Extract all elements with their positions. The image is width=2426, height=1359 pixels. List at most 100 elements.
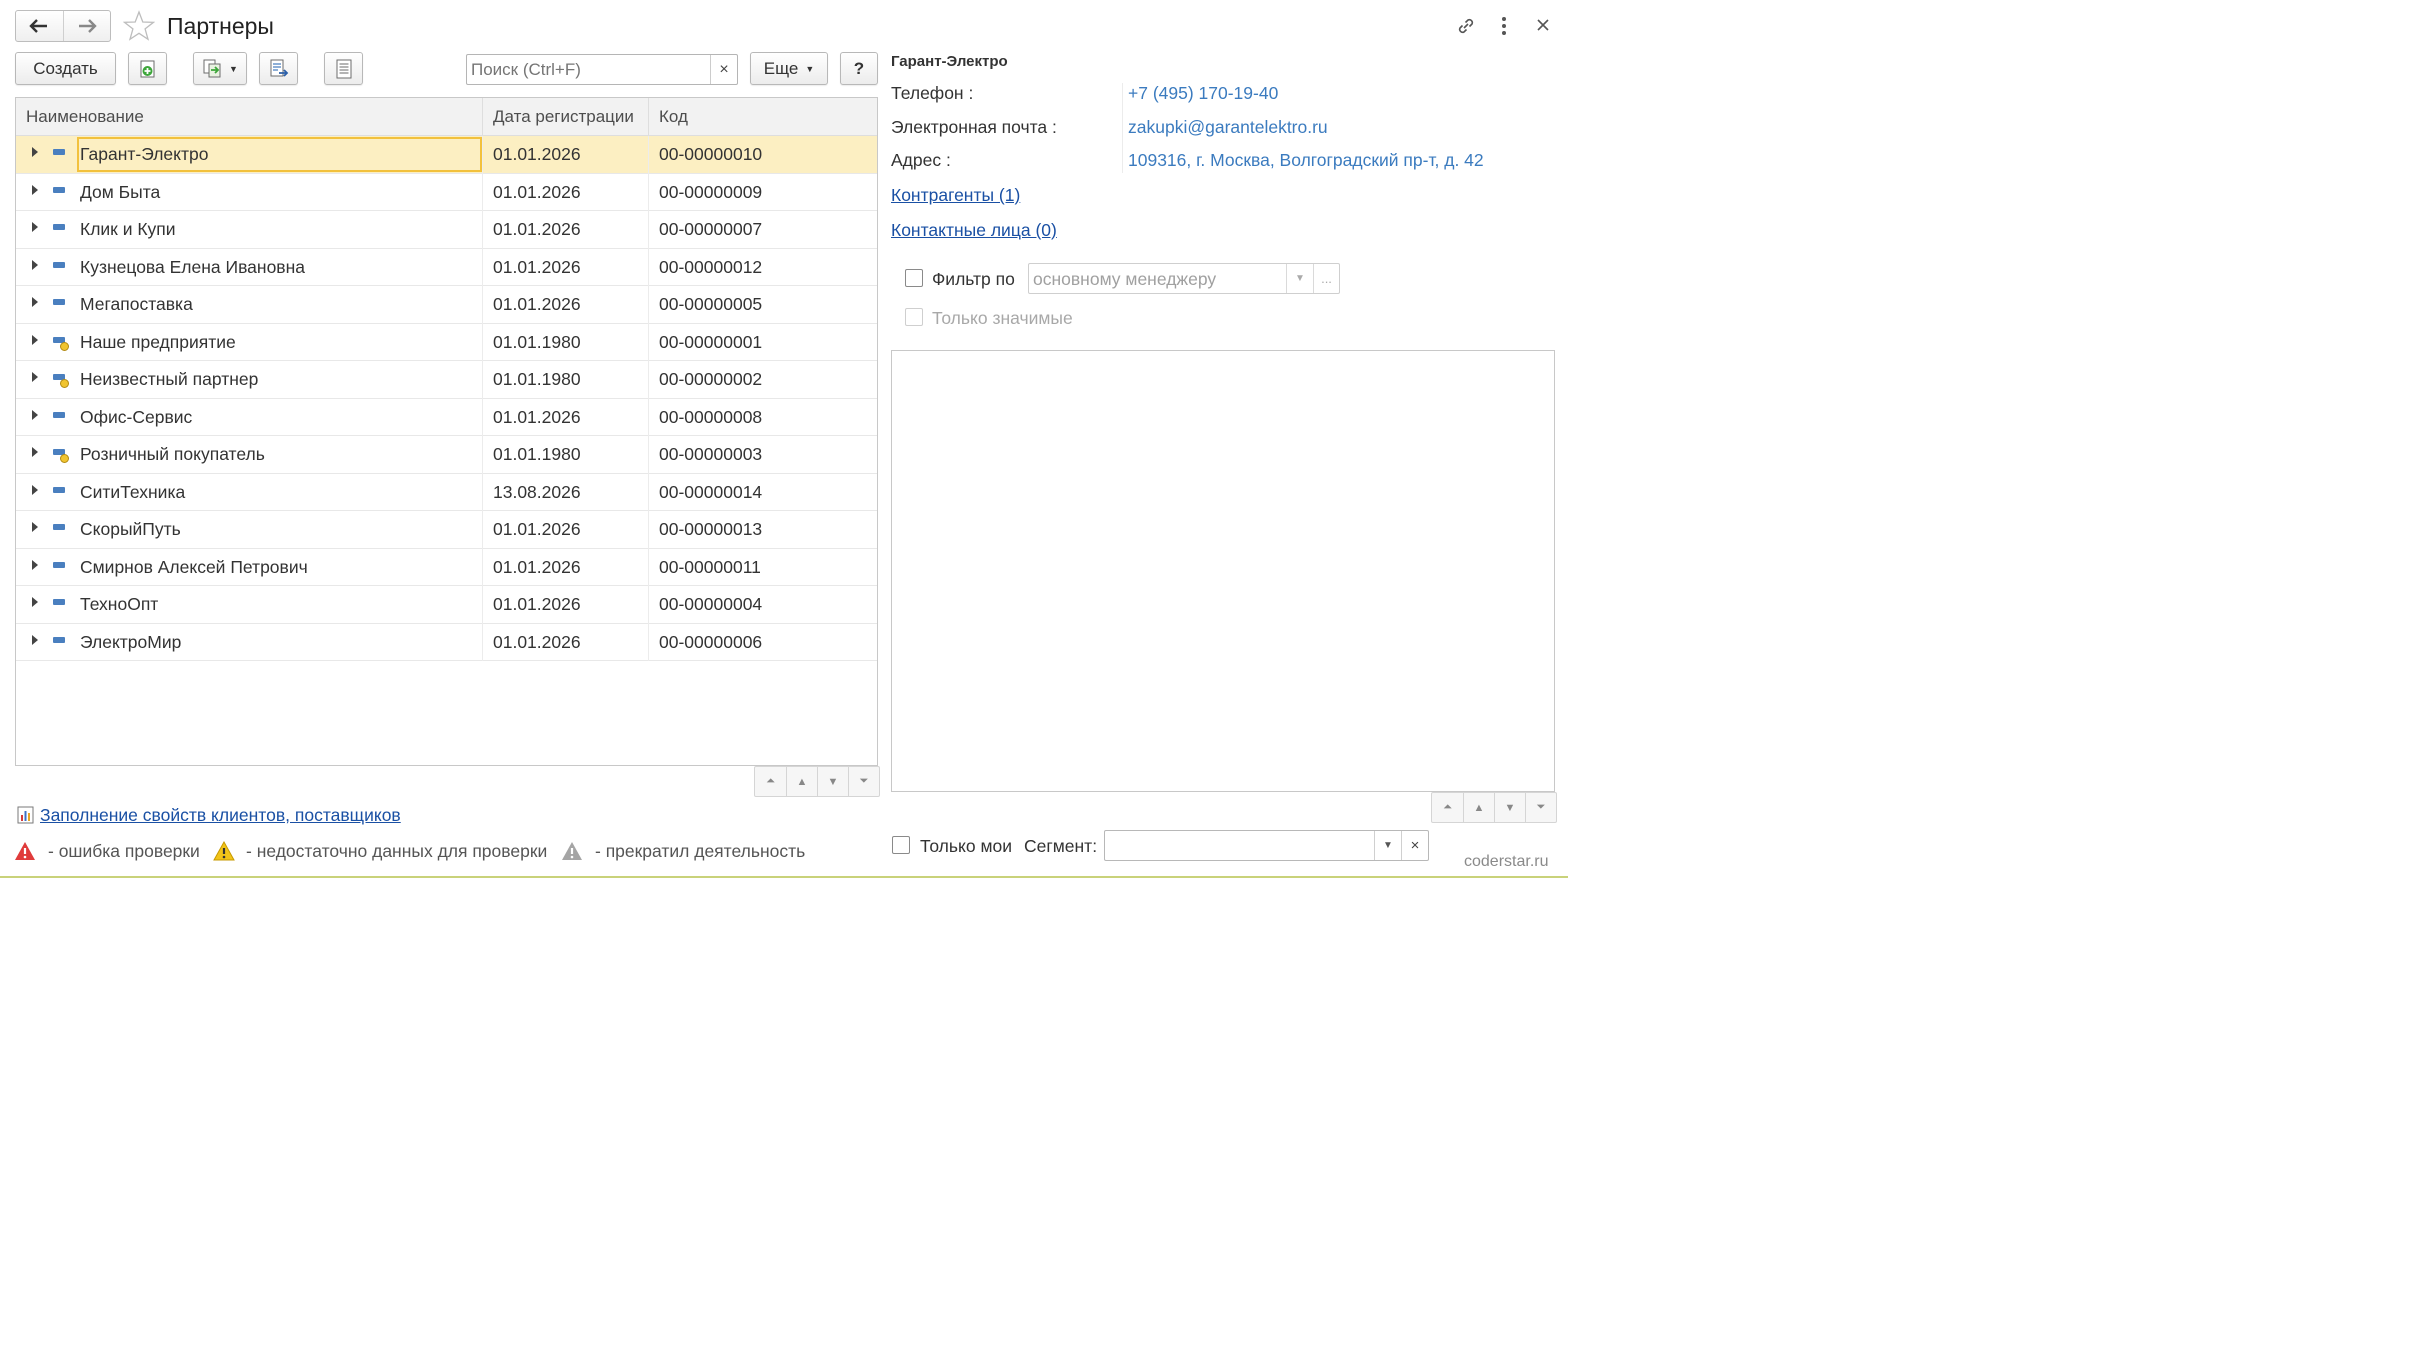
- code-cell[interactable]: 00-00000004: [659, 594, 762, 615]
- scroll-down-icon[interactable]: ▼: [1494, 793, 1525, 822]
- partners-table[interactable]: Наименование Дата регистрации Код Гарант…: [15, 97, 878, 766]
- create-button[interactable]: Создать: [15, 52, 116, 85]
- favorite-star-icon[interactable]: [123, 10, 155, 42]
- scroll-down-icon[interactable]: ▼: [817, 767, 848, 796]
- link-icon[interactable]: [1455, 15, 1477, 37]
- scroll-up-icon[interactable]: ▲: [1463, 793, 1494, 822]
- registration-date-cell[interactable]: 13.08.2026: [493, 482, 581, 503]
- partner-name-cell[interactable]: ЭлектроМир: [80, 632, 181, 653]
- code-cell[interactable]: 00-00000013: [659, 519, 762, 540]
- code-cell[interactable]: 00-00000005: [659, 294, 762, 315]
- partner-name-cell[interactable]: Неизвестный партнер: [80, 369, 258, 390]
- table-row[interactable]: СитиТехника 13.08.2026 00-00000014: [16, 474, 877, 511]
- partner-name-cell[interactable]: Дом Быта: [80, 182, 160, 203]
- table-row[interactable]: Кузнецова Елена Ивановна 01.01.2026 00-000…: [16, 249, 877, 286]
- table-row[interactable]: СкорыйПуть 01.01.2026 00-00000013: [16, 511, 877, 549]
- contact-persons-link[interactable]: Контактные лица (0): [891, 220, 1057, 241]
- partner-name-cell[interactable]: Клик и Купи: [80, 219, 176, 240]
- registration-date-cell[interactable]: 01.01.2026: [493, 407, 581, 428]
- partner-name-cell[interactable]: Розничный покупатель: [80, 444, 265, 465]
- segment-select[interactable]: ▼ ×: [1104, 830, 1429, 861]
- code-cell[interactable]: 00-00000012: [659, 257, 762, 278]
- filter-manager-select[interactable]: основному менеджеру ▼ ...: [1028, 263, 1340, 294]
- search-clear-button[interactable]: ×: [710, 55, 737, 84]
- code-cell[interactable]: 00-00000003: [659, 444, 762, 465]
- expand-arrow-icon[interactable]: [32, 597, 38, 607]
- registration-date-cell[interactable]: 01.01.1980: [493, 369, 581, 390]
- table-row[interactable]: Неизвестный партнер 01.01.1980 00-00000002: [16, 361, 877, 399]
- registration-date-cell[interactable]: 01.01.2026: [493, 519, 581, 540]
- table-row[interactable]: Офис-Сервис 01.01.2026 00-00000008: [16, 399, 877, 436]
- code-cell[interactable]: 00-00000009: [659, 182, 762, 203]
- partner-name-cell[interactable]: Офис-Сервис: [80, 407, 192, 428]
- table-row[interactable]: Наше предприятие 01.01.1980 00-00000001: [16, 324, 877, 361]
- table-row[interactable]: ТехноОпт 01.01.2026 00-00000004: [16, 586, 877, 624]
- table-row[interactable]: Мегапоставка 01.01.2026 00-00000005: [16, 286, 877, 324]
- more-button[interactable]: Еще ▼: [750, 52, 828, 85]
- table-row[interactable]: Розничный покупатель 01.01.1980 00-0000000…: [16, 436, 877, 474]
- scroll-up-icon[interactable]: ▲: [786, 767, 817, 796]
- expand-arrow-icon[interactable]: [32, 259, 38, 270]
- more-vertical-icon[interactable]: [1500, 16, 1508, 36]
- expand-arrow-icon[interactable]: [32, 522, 38, 532]
- phone-value[interactable]: +7 (495) 170-19-40: [1128, 83, 1278, 104]
- registration-date-cell[interactable]: 01.01.2026: [493, 294, 581, 315]
- expand-arrow-icon[interactable]: [32, 559, 38, 570]
- report-button[interactable]: [259, 52, 298, 85]
- search-field[interactable]: ×: [466, 54, 738, 85]
- expand-arrow-icon[interactable]: [32, 634, 38, 645]
- registration-date-cell[interactable]: 01.01.1980: [493, 444, 581, 465]
- segment-clear-button[interactable]: ×: [1401, 831, 1428, 860]
- partner-name-cell[interactable]: Кузнецова Елена Ивановна: [80, 257, 305, 278]
- list-settings-button[interactable]: [324, 52, 363, 85]
- partner-name-cell[interactable]: Смирнов Алексей Петрович: [80, 557, 308, 578]
- address-value[interactable]: 109316, г. Москва, Волгоградский пр-т, д…: [1128, 150, 1484, 171]
- email-value[interactable]: zakupki@garantelektro.ru: [1128, 117, 1328, 138]
- expand-arrow-icon[interactable]: [32, 447, 38, 457]
- registration-date-cell[interactable]: 01.01.2026: [493, 632, 581, 653]
- close-icon[interactable]: [1537, 19, 1549, 31]
- chevron-down-icon[interactable]: ▼: [1374, 831, 1401, 860]
- scroll-bottom-icon[interactable]: ⏷: [848, 767, 879, 796]
- chevron-down-icon[interactable]: ▼: [1286, 264, 1313, 293]
- table-row[interactable]: Гарант-Электро 01.01.2026 00-00000010: [16, 136, 877, 174]
- copy-button[interactable]: [128, 52, 167, 85]
- registration-date-cell[interactable]: 01.01.2026: [493, 182, 581, 203]
- expand-arrow-icon[interactable]: [32, 334, 38, 345]
- code-cell[interactable]: 00-00000008: [659, 407, 762, 428]
- partner-name-cell[interactable]: СитиТехника: [80, 482, 185, 503]
- expand-arrow-icon[interactable]: [32, 484, 38, 495]
- back-button[interactable]: [16, 11, 63, 41]
- code-cell[interactable]: 00-00000006: [659, 632, 762, 653]
- forward-button[interactable]: [62, 11, 111, 41]
- column-header-name[interactable]: Наименование: [26, 107, 144, 127]
- filter-select-dots-button[interactable]: ...: [1313, 264, 1339, 293]
- code-cell[interactable]: 00-00000014: [659, 482, 762, 503]
- registration-date-cell[interactable]: 01.01.2026: [493, 557, 581, 578]
- partner-name-cell[interactable]: СкорыйПуть: [80, 519, 181, 540]
- expand-arrow-icon[interactable]: [32, 297, 38, 307]
- help-button[interactable]: ?: [840, 52, 878, 85]
- expand-arrow-icon[interactable]: [32, 184, 38, 195]
- code-cell[interactable]: 00-00000007: [659, 219, 762, 240]
- code-cell[interactable]: 00-00000001: [659, 332, 762, 353]
- table-row[interactable]: Смирнов Алексей Петрович 01.01.2026 00-000…: [16, 549, 877, 586]
- fill-properties-report-link[interactable]: Заполнение свойств клиентов, поставщиков: [40, 805, 401, 826]
- create-based-on-button[interactable]: ▼: [193, 52, 247, 85]
- expand-arrow-icon[interactable]: [32, 222, 38, 232]
- counterparties-link[interactable]: Контрагенты (1): [891, 185, 1020, 206]
- partner-name-cell[interactable]: Гарант-Электро: [80, 144, 208, 165]
- expand-arrow-icon[interactable]: [32, 372, 38, 382]
- code-cell[interactable]: 00-00000010: [659, 144, 762, 165]
- table-row[interactable]: Клик и Купи 01.01.2026 00-00000007: [16, 211, 877, 249]
- partner-name-cell[interactable]: Мегапоставка: [80, 294, 193, 315]
- registration-date-cell[interactable]: 01.01.2026: [493, 144, 581, 165]
- table-row[interactable]: Дом Быта 01.01.2026 00-00000009: [16, 174, 877, 211]
- partner-name-cell[interactable]: ТехноОпт: [80, 594, 158, 615]
- scroll-top-icon[interactable]: ⏶: [755, 767, 786, 796]
- column-header-code[interactable]: Код: [659, 107, 688, 127]
- expand-arrow-icon[interactable]: [32, 409, 38, 420]
- code-cell[interactable]: 00-00000011: [659, 557, 761, 578]
- only-mine-checkbox[interactable]: [892, 836, 910, 854]
- significant-only-checkbox[interactable]: [905, 308, 923, 326]
